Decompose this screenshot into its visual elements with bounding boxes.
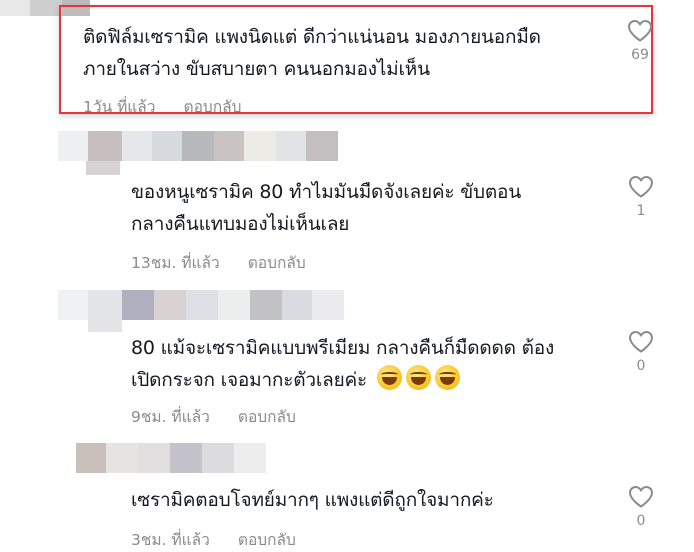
- blurred-username-2: [58, 290, 344, 320]
- comment-text: 80 แม้จะเซรามิคแบบพรีเมียม กลางคืนก็มืดด…: [131, 332, 554, 396]
- like-button[interactable]: 1: [621, 175, 661, 219]
- heart-outline-icon: [628, 485, 654, 508]
- comment-meta: 1วัน ที่แล้ว ตอบกลับ: [83, 94, 241, 119]
- comment-text-line: เซรามิคตอบโจทย์มากๆ แพงแต่ดีถูกใจมากค่ะ: [131, 489, 494, 511]
- comment-text-line: กลางคืนแทบมองไม่เห็นเลย: [131, 213, 350, 235]
- face-with-tears-of-joy-icon: [405, 365, 431, 390]
- reply-button[interactable]: ตอบกลับ: [238, 408, 296, 426]
- comment-text-line: ติดฟิล์มเซรามิค แพงนิดแต่ ดีกว่าแน่นอน ม…: [83, 26, 541, 48]
- comment-text: ติดฟิล์มเซรามิค แพงนิดแต่ ดีกว่าแน่นอน ม…: [83, 21, 541, 85]
- comment-meta: 13ชม. ที่แล้ว ตอบกลับ: [131, 250, 306, 275]
- comment-text-line: ของหนูเซรามิค 80 ทำไมมันมืดจังเลยค่ะ ขับ…: [131, 181, 522, 203]
- comment-time: 13ชม. ที่แล้ว: [131, 254, 220, 272]
- reply-button[interactable]: ตอบกลับ: [184, 98, 242, 116]
- heart-outline-icon: [627, 19, 653, 42]
- comment-meta: 3ชม. ที่แล้ว ตอบกลับ: [131, 527, 296, 552]
- comment-text-line: เปิดกระจก เจอมากะตัวเลยค่ะ: [131, 369, 368, 391]
- like-count: 1: [636, 203, 646, 219]
- reply-button[interactable]: ตอบกลับ: [248, 254, 306, 272]
- blurred-avatar-2: [88, 320, 122, 332]
- like-count: 0: [636, 513, 646, 529]
- comment-text-line-with-emoji: เปิดกระจก เจอมากะตัวเลยค่ะ: [131, 364, 554, 396]
- blurred-avatar-1: [86, 161, 120, 175]
- comment-text: ของหนูเซรามิค 80 ทำไมมันมืดจังเลยค่ะ ขับ…: [131, 176, 521, 240]
- like-count: 69: [631, 47, 649, 63]
- comment-time: 9ชม. ที่แล้ว: [131, 408, 210, 426]
- comment-time: 3ชม. ที่แล้ว: [131, 531, 210, 549]
- like-count: 0: [636, 358, 646, 374]
- comment-text-line: 80 แม้จะเซรามิคแบบพรีเมียม กลางคืนก็มืดด…: [131, 337, 555, 359]
- comment-meta: 9ชม. ที่แล้ว ตอบกลับ: [131, 404, 296, 429]
- reply-button[interactable]: ตอบกลับ: [238, 531, 296, 549]
- like-button[interactable]: 0: [621, 485, 661, 529]
- comment-time: 1วัน ที่แล้ว: [83, 98, 156, 116]
- like-button[interactable]: 0: [621, 330, 661, 374]
- comment-text: เซรามิคตอบโจทย์มากๆ แพงแต่ดีถูกใจมากค่ะ: [131, 484, 494, 516]
- blurred-username-3: [76, 443, 266, 473]
- face-with-tears-of-joy-icon: [376, 365, 402, 390]
- heart-outline-icon: [628, 330, 654, 353]
- comment-text-line: ภายในสว่าง ขับสบายตา คนนอกมองไม่เห็น: [83, 58, 430, 80]
- heart-outline-icon: [628, 175, 654, 198]
- face-with-tears-of-joy-icon: [434, 365, 460, 390]
- blurred-username-1: [58, 131, 338, 161]
- like-button[interactable]: 69: [620, 19, 660, 63]
